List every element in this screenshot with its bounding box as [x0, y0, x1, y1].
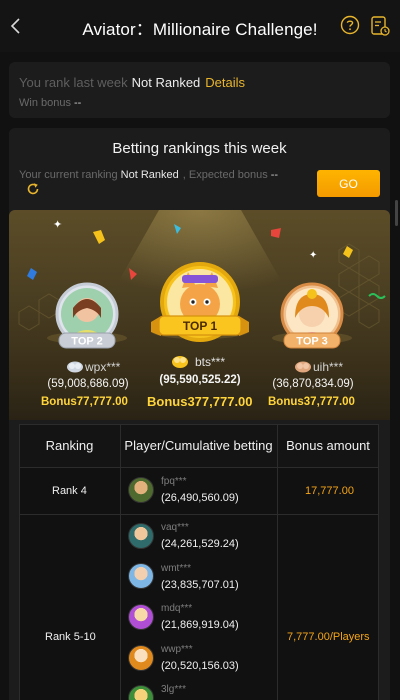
- details-link[interactable]: Details: [205, 75, 245, 90]
- svg-text:✦: ✦: [309, 250, 317, 261]
- rank-4-label: Rank 4: [52, 485, 87, 497]
- current-ranking-value: Not Ranked: [120, 169, 179, 181]
- bronze-rank-icon: [295, 361, 311, 373]
- rank-5-10-bonus: 7,777.00/Players: [287, 631, 370, 643]
- avatar: [128, 563, 154, 589]
- avatar: [128, 645, 154, 671]
- table-border-right: [378, 424, 379, 700]
- expected-bonus-label: , Expected bonus: [182, 169, 268, 181]
- player-betting-amount: (23,835,707.01): [161, 579, 239, 591]
- last-week-card: You rank last week Not Ranked Details Win …: [9, 62, 390, 118]
- rank-4-bonus: 17,777.00: [305, 485, 354, 497]
- expected-bonus-value: --: [270, 169, 279, 181]
- win-bonus-label: Win bonus: [19, 97, 71, 109]
- top1-bonus: Bonus377,777.00: [147, 394, 253, 409]
- silver-rank-icon: [67, 361, 83, 373]
- top1-badge: TOP 1: [183, 319, 218, 333]
- header-player-betting: Player/Cumulative betting: [124, 437, 273, 453]
- table-divider-2: [19, 514, 379, 515]
- top2-bonus-value: 77,777.00: [76, 396, 128, 408]
- top2-bonus: Bonus77,777.00: [41, 396, 128, 408]
- top2-bonus-label: Bonus: [41, 396, 77, 408]
- player-betting-amount: (21,869,919.04): [161, 619, 239, 631]
- player-name: wmt***: [161, 563, 192, 574]
- confetti-4: [27, 268, 37, 280]
- top1-bonus-label: Bonus: [147, 394, 188, 409]
- player-name: wwp***: [161, 644, 193, 655]
- top1-name: bts***: [195, 355, 226, 369]
- player-betting-amount: (24,261,529.24): [161, 538, 239, 550]
- header-bonus-amount: Bonus amount: [286, 437, 370, 453]
- gold-rank-icon: [172, 356, 188, 368]
- table-border-top: [19, 424, 379, 425]
- svg-text:✦: ✦: [53, 218, 62, 231]
- top1-amount: (95,590,525.22): [159, 374, 241, 386]
- last-week-rank: Not Ranked: [131, 75, 201, 90]
- player-name: vaq***: [161, 522, 189, 533]
- top2-name: wpx***: [85, 360, 121, 374]
- rankings-title: Betting rankings this week: [112, 140, 287, 157]
- top-bar: Aviator：Millionaire Challenge!: [0, 0, 400, 52]
- confetti-1: [93, 230, 105, 244]
- top2-amount: (59,008,686.09): [47, 378, 129, 390]
- top3-bonus-value: 37,777.00: [303, 396, 355, 408]
- top3-badge: TOP 3: [296, 336, 327, 348]
- rank-5-10-label: Rank 5-10: [45, 631, 96, 643]
- go-button[interactable]: GO: [317, 170, 380, 197]
- win-bonus-value: --: [73, 97, 82, 109]
- player-betting-amount: (26,490,560.09): [161, 492, 239, 504]
- refresh-icon[interactable]: [26, 182, 40, 196]
- help-icon[interactable]: [340, 15, 360, 35]
- table-header: Ranking Player/Cumulative betting Bonus …: [19, 424, 379, 467]
- player-name: fpq***: [161, 476, 187, 487]
- top3-bonus-label: Bonus: [268, 396, 304, 408]
- player-name: mdq***: [161, 603, 193, 614]
- confetti-5: [343, 246, 353, 258]
- table-divider-1: [19, 467, 379, 468]
- avatar: [128, 523, 154, 549]
- current-ranking-line: Your current ranking Not Ranked, Expected…: [19, 169, 278, 181]
- top3-name: uih***: [313, 360, 344, 374]
- current-ranking-label: Your current ranking: [19, 169, 118, 181]
- confetti-3: [271, 228, 281, 238]
- avatar: [128, 604, 154, 630]
- player-name: 3lg***: [161, 684, 187, 695]
- last-week-label: You rank last week: [19, 75, 128, 90]
- table-col-divider-2: [277, 424, 278, 700]
- top2-badge: TOP 2: [71, 336, 102, 348]
- top3-bonus: Bonus37,777.00: [268, 396, 355, 408]
- rules-document-icon[interactable]: [370, 15, 390, 37]
- header-ranking: Ranking: [45, 437, 94, 453]
- top-three-podium: ✦ ✦ TOP 2 TOP 1 TOP 3 wpx*** bts*** uih*…: [9, 210, 390, 420]
- top1-bonus-value: 377,777.00: [187, 394, 253, 409]
- last-week-rank-line: You rank last week Not Ranked Details: [19, 75, 245, 90]
- table-col-divider-1: [120, 424, 121, 700]
- player-betting-amount: (20,520,156.03): [161, 660, 239, 672]
- top3-amount: (36,870,834.09): [272, 378, 354, 390]
- avatar: [128, 477, 154, 503]
- scrollbar[interactable]: [395, 200, 398, 226]
- win-bonus-line: Win bonus --: [19, 97, 81, 109]
- table-border-left: [19, 424, 20, 700]
